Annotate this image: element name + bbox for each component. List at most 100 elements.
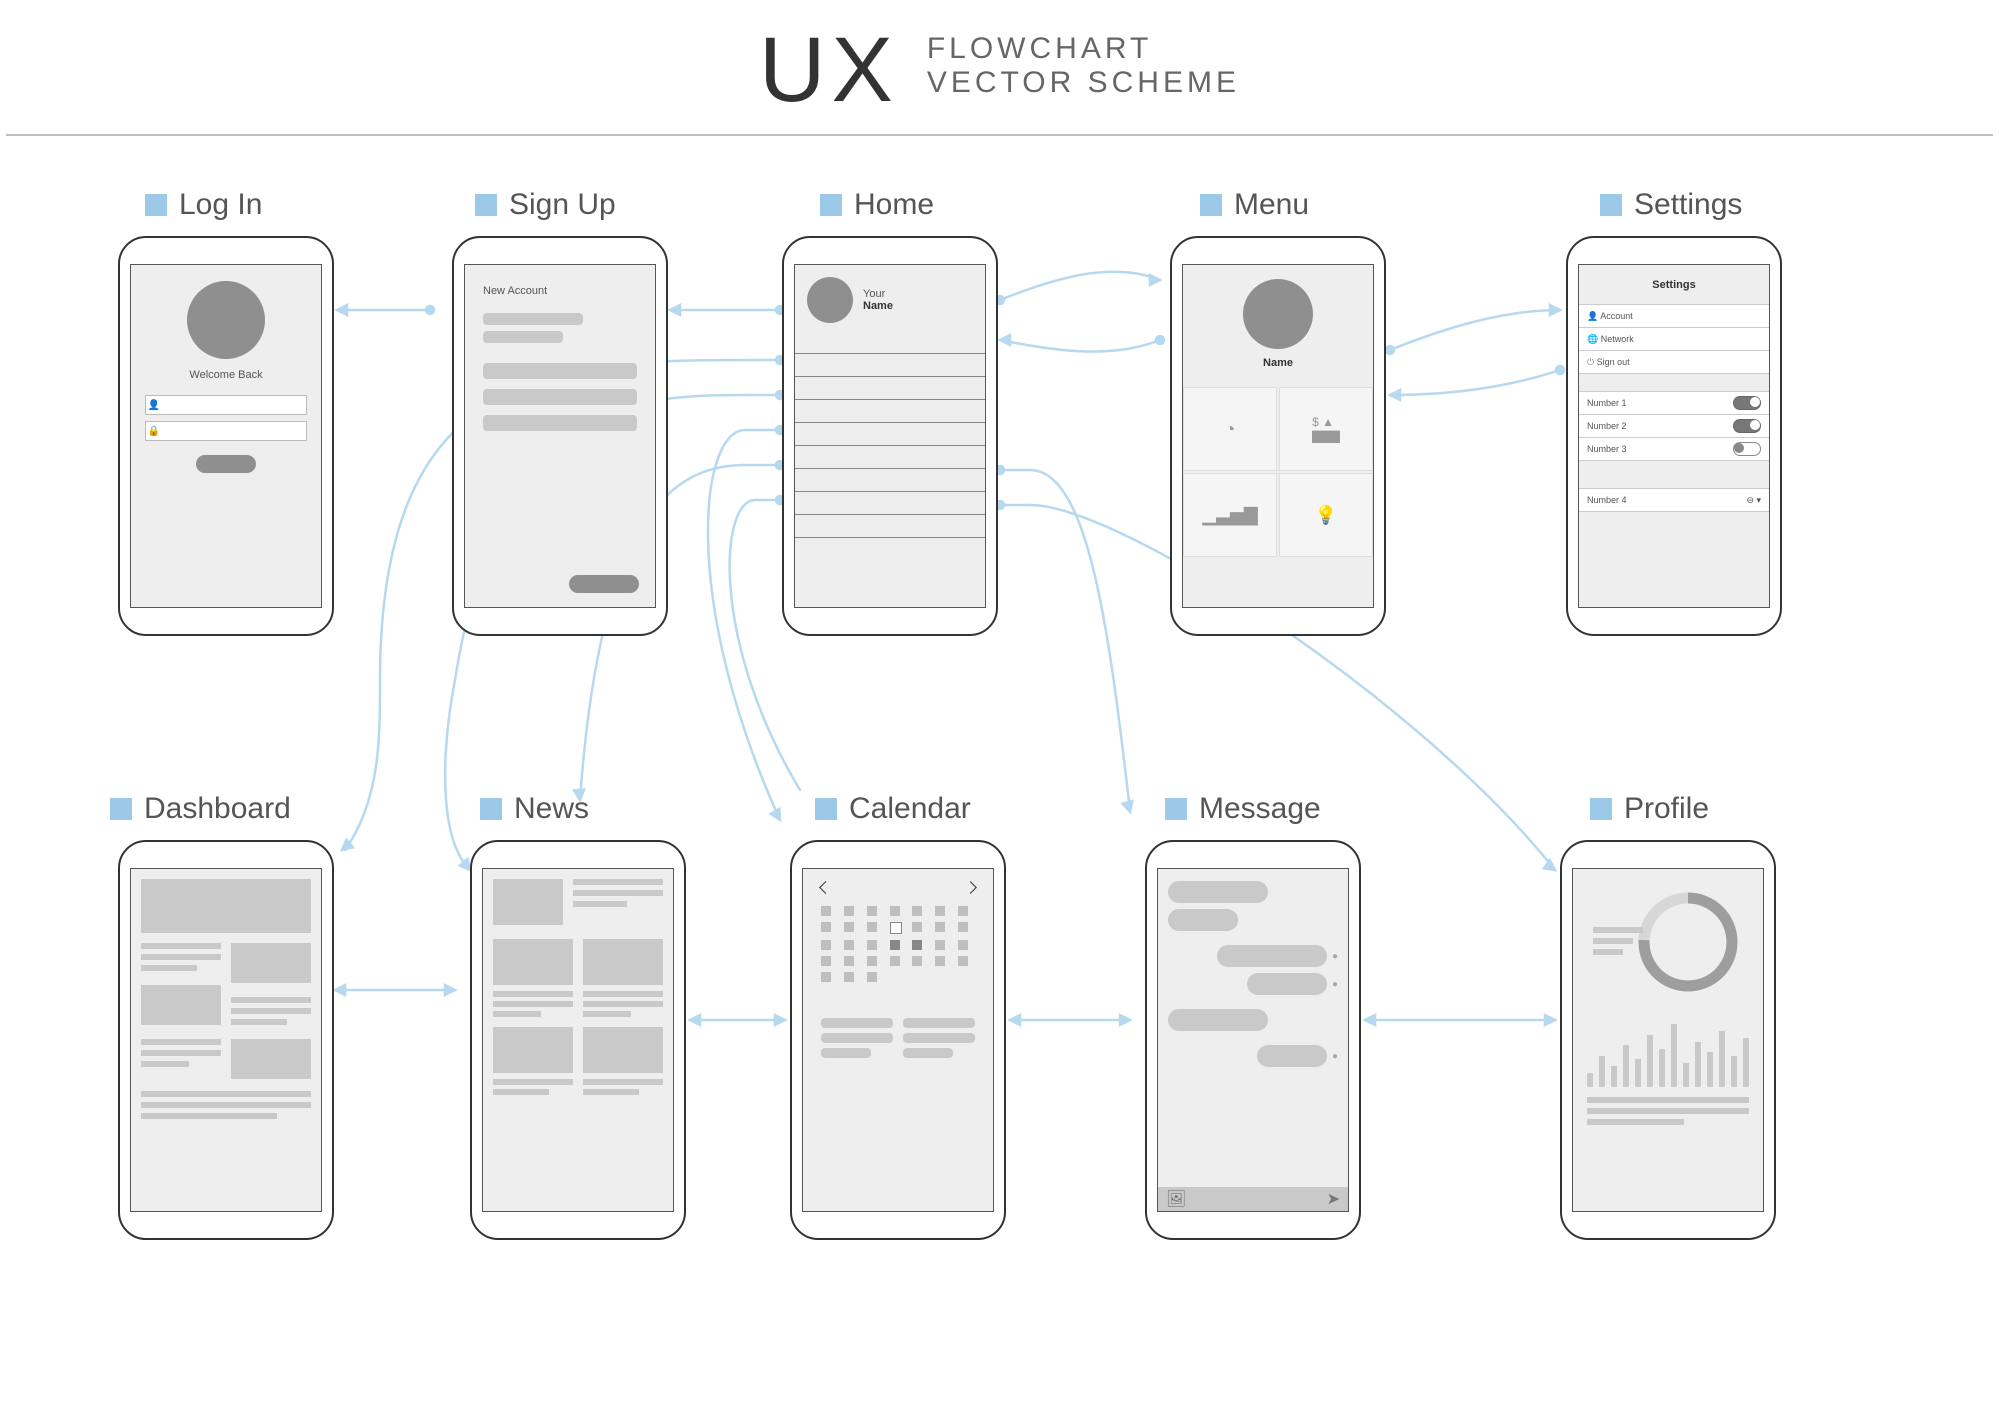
brand: UX	[759, 18, 899, 123]
chat-bubble-in	[1168, 1009, 1268, 1031]
read-dot-icon: ●	[1332, 979, 1338, 990]
home-row[interactable]	[795, 422, 985, 445]
chat-bubble-out	[1217, 945, 1327, 967]
settings-toggle-2[interactable]: Number 2	[1579, 414, 1769, 438]
settings-link-network[interactable]: 🌐 Network	[1579, 327, 1769, 351]
screen-dashboard	[118, 840, 334, 1240]
bullet-icon	[1200, 194, 1222, 216]
screen-profile	[1560, 840, 1776, 1240]
chat-bubble-out	[1247, 973, 1327, 995]
lock-icon: 🔒	[146, 426, 162, 437]
screen-settings: Settings 👤 Account 🌐 Network ⏻ Sign out …	[1566, 236, 1782, 636]
home-row[interactable]	[795, 468, 985, 491]
bullet-icon	[1590, 798, 1612, 820]
globe-icon: 🌐	[1587, 334, 1598, 344]
screen-signup: New Account	[452, 236, 668, 636]
toggle-icon[interactable]	[1733, 419, 1761, 433]
news-thumb	[493, 879, 563, 925]
bullet-icon	[1165, 798, 1187, 820]
menu-name: Name	[1183, 357, 1373, 369]
message-input[interactable]: 🖼 ➤	[1158, 1187, 1348, 1211]
menu-tile-pie[interactable]: ◔	[1183, 387, 1277, 471]
screen-news	[470, 840, 686, 1240]
label-login: Log In	[145, 188, 262, 222]
home-row[interactable]	[795, 491, 985, 514]
subtitle-line2: VECTOR SCHEME	[927, 66, 1240, 100]
donut-chart-icon	[1633, 887, 1743, 997]
screen-menu: Name ◔ $ ▲▇▇▇ ▁▃▅▇ 💡	[1170, 236, 1386, 636]
signup-heading: New Account	[465, 265, 655, 307]
bullet-icon	[480, 798, 502, 820]
title-divider	[6, 134, 1993, 136]
toggle-icon[interactable]	[1733, 396, 1761, 410]
chevron-right-icon[interactable]	[964, 881, 977, 894]
chevron-left-icon[interactable]	[819, 881, 832, 894]
screen-home: Your Name	[782, 236, 998, 636]
chat-bubble-out	[1257, 1045, 1327, 1067]
send-icon[interactable]: ➤	[1327, 1189, 1340, 1209]
label-profile: Profile	[1590, 792, 1709, 826]
toggle-icon[interactable]	[1733, 442, 1761, 456]
label-message: Message	[1165, 792, 1321, 826]
menu-tile-money[interactable]: $ ▲▇▇▇	[1279, 387, 1373, 471]
user-icon: 👤	[146, 400, 162, 411]
label-home: Home	[820, 188, 934, 222]
profile-bars	[1587, 1017, 1749, 1087]
label-signup: Sign Up	[475, 188, 616, 222]
label-settings: Settings	[1600, 188, 1742, 222]
label-calendar: Calendar	[815, 792, 971, 826]
settings-link-account[interactable]: 👤 Account	[1579, 304, 1769, 328]
settings-extra[interactable]: Number 4⊖ ▾	[1579, 488, 1769, 512]
welcome-text: Welcome Back	[131, 369, 321, 381]
signup-field[interactable]	[483, 363, 637, 379]
home-name: Name	[863, 300, 893, 312]
settings-toggle-3[interactable]: Number 3	[1579, 437, 1769, 461]
settings-link-signout[interactable]: ⏻ Sign out	[1579, 350, 1769, 374]
login-button[interactable]	[196, 455, 256, 473]
home-your: Your	[863, 288, 893, 300]
signup-field[interactable]	[483, 415, 637, 431]
subtitle-line1: FLOWCHART	[927, 32, 1152, 66]
chat-bubble-in	[1168, 909, 1238, 931]
user-icon: 👤	[1587, 311, 1598, 321]
home-row[interactable]	[795, 376, 985, 399]
password-input[interactable]: 🔒	[145, 421, 307, 441]
username-input[interactable]: 👤	[145, 395, 307, 415]
screen-message: ● ● ● 🖼 ➤	[1145, 840, 1361, 1240]
dashboard-hero	[141, 879, 311, 933]
home-row[interactable]	[795, 399, 985, 422]
read-dot-icon: ●	[1332, 951, 1338, 962]
home-row[interactable]	[795, 514, 985, 538]
menu-tile-stats[interactable]: ▁▃▅▇	[1183, 473, 1277, 557]
label-dashboard: Dashboard	[110, 792, 291, 826]
avatar-icon	[1243, 279, 1313, 349]
signup-submit-button[interactable]	[569, 575, 639, 593]
screen-calendar	[790, 840, 1006, 1240]
bullet-icon	[815, 798, 837, 820]
home-row[interactable]	[795, 353, 985, 376]
chat-bubble-in	[1168, 881, 1268, 903]
settings-heading: Settings	[1579, 265, 1769, 305]
menu-tile-idea[interactable]: 💡	[1279, 473, 1373, 557]
avatar-icon	[807, 277, 853, 323]
bullet-icon	[475, 194, 497, 216]
label-menu: Menu	[1200, 188, 1309, 222]
calendar-grid[interactable]	[821, 906, 975, 982]
label-news: News	[480, 792, 589, 826]
bullet-icon	[820, 194, 842, 216]
image-icon[interactable]: 🖼	[1166, 1189, 1186, 1209]
signup-field[interactable]	[483, 331, 563, 343]
bullet-icon	[145, 194, 167, 216]
lightbulb-icon: 💡	[1315, 505, 1337, 526]
home-row[interactable]	[795, 445, 985, 468]
pie-chart-icon: ◔	[1225, 419, 1236, 440]
signup-field[interactable]	[483, 313, 583, 325]
money-bars-icon: $ ▲▇▇▇	[1312, 415, 1340, 443]
bullet-icon	[1600, 194, 1622, 216]
bullet-icon	[110, 798, 132, 820]
signup-field[interactable]	[483, 389, 637, 405]
read-dot-icon: ●	[1332, 1051, 1338, 1062]
settings-toggle-1[interactable]: Number 1	[1579, 391, 1769, 415]
bar-chart-icon: ▁▃▅▇	[1202, 505, 1257, 526]
diagram-title: UX FLOWCHART VECTOR SCHEME	[0, 18, 1999, 123]
